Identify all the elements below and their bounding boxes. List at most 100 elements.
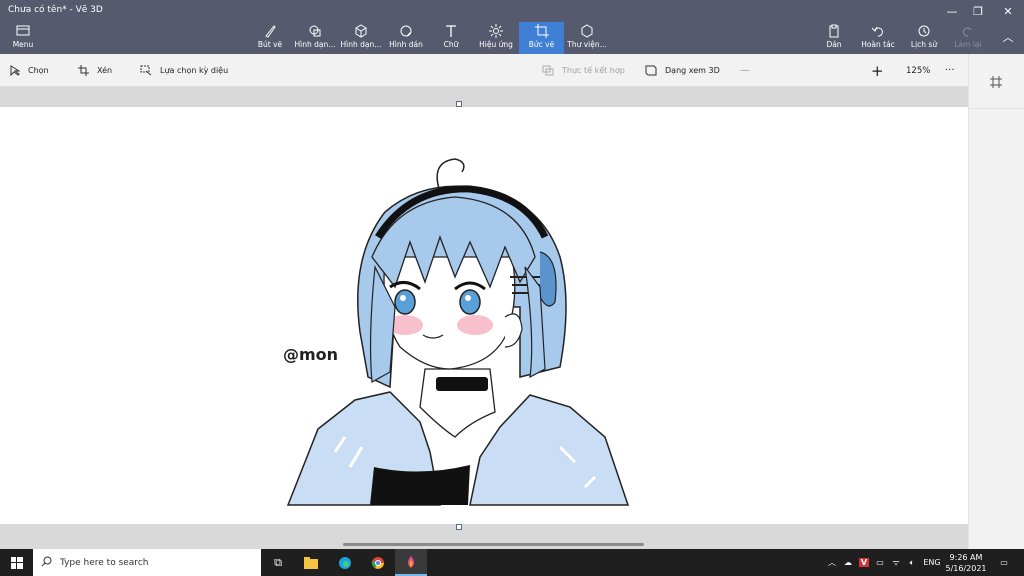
magic-select-icon	[140, 65, 152, 76]
magic-select-label: Lựa chọn kỳ diệu	[160, 66, 229, 75]
zoom-in-button[interactable]: +	[871, 54, 884, 87]
chevron-up-icon: ︿	[1002, 31, 1014, 44]
language-label: ENG	[923, 558, 941, 567]
tray-app-icon[interactable]: V	[858, 549, 870, 576]
library-icon	[580, 24, 594, 38]
clock-date: 5/16/2021	[945, 563, 987, 573]
ribbon-3d-shapes[interactable]: Hình dạn...	[339, 24, 383, 54]
crop-tool[interactable]: Xén	[78, 54, 112, 87]
redo-button[interactable]: Làm lại	[952, 24, 984, 54]
cloud-icon: ☁	[844, 558, 852, 567]
ribbon-label: Hình dán	[389, 40, 423, 49]
stickers-icon	[399, 24, 413, 38]
menu-label: Menu	[12, 40, 34, 49]
chrome-button[interactable]	[363, 549, 393, 576]
onedrive-icon[interactable]: ☁	[842, 549, 854, 576]
chevron-up-icon: ︿	[828, 558, 836, 567]
minimize-button[interactable]: —	[938, 2, 966, 20]
menu-icon	[16, 24, 30, 38]
edge-button[interactable]	[330, 549, 360, 576]
notification-button[interactable]: ▭	[994, 549, 1014, 576]
box-icon: ▭	[876, 558, 884, 567]
restore-icon: ❐	[973, 4, 983, 18]
edge-icon	[339, 556, 351, 569]
ribbon-3d-library[interactable]: Thư viện...	[567, 24, 607, 54]
mixed-reality-label: Thực tế kết hợp	[562, 66, 625, 75]
cursor-icon	[10, 65, 20, 76]
close-icon: ✕	[1003, 4, 1013, 18]
search-placeholder: Type here to search	[60, 557, 149, 568]
ribbon-canvas[interactable]: Bức vẽ	[519, 22, 564, 54]
resize-handle-top[interactable]	[456, 101, 462, 107]
ribbon-label: Hình dạn...	[294, 40, 336, 49]
redo-icon	[961, 24, 975, 38]
side-panel	[961, 54, 1024, 549]
mixed-reality-icon	[542, 65, 554, 76]
select-label: Chọn	[28, 66, 49, 75]
close-button[interactable]: ✕	[994, 2, 1022, 20]
taskbar-search[interactable]: Type here to search	[33, 549, 261, 576]
undo-button[interactable]: Hoàn tác	[860, 24, 896, 54]
ribbon-label: Bút vẽ	[257, 40, 283, 49]
task-view-button[interactable]: ⧉	[264, 549, 292, 576]
plus-icon: +	[871, 61, 884, 80]
file-explorer-button[interactable]	[296, 549, 326, 576]
restore-button[interactable]: ❐	[964, 2, 992, 20]
search-icon	[41, 556, 52, 570]
effects-icon	[489, 24, 503, 38]
taskbar: Type here to search ⧉ ︿ ☁ V ▭ ᯤ 🔈︎ ENG 9…	[0, 549, 1024, 576]
volume-icon[interactable]: 🔈︎	[905, 549, 919, 576]
paste-button[interactable]: Dán	[824, 24, 844, 54]
ribbon: Chưa có tên* - Vẽ 3D — ❐ ✕ Menu Bút vẽ H…	[0, 0, 1024, 54]
crop-icon	[78, 65, 89, 76]
select-tool[interactable]: Chọn	[10, 54, 49, 87]
magic-select-tool[interactable]: Lựa chọn kỳ diệu	[140, 54, 228, 87]
windows-icon	[10, 556, 23, 569]
clock-time: 9:26 AM	[949, 552, 983, 562]
paint3d-button[interactable]	[395, 549, 427, 576]
chrome-icon	[371, 556, 384, 569]
zoom-value: 125%	[906, 65, 931, 76]
ribbon-label: Bức vẽ	[528, 40, 555, 49]
speaker-icon: 🔈︎	[909, 557, 915, 567]
ribbon-2d-shapes[interactable]: Hình dạn...	[293, 24, 337, 54]
drawing-canvas[interactable]: @mon	[0, 107, 968, 524]
3d-view-button[interactable]: Dạng xem 3D	[645, 54, 720, 87]
more-options-button[interactable]: ···	[945, 54, 955, 87]
language-indicator[interactable]: ENG	[922, 549, 942, 576]
horizontal-scrollbar[interactable]	[343, 543, 644, 546]
app-v-icon: V	[858, 558, 870, 567]
canvas-panel-icon[interactable]	[989, 74, 1003, 93]
resize-handle-bottom[interactable]	[456, 524, 462, 530]
ribbon-brushes[interactable]: Bút vẽ	[255, 24, 285, 54]
menu-button[interactable]: Menu	[8, 24, 38, 54]
minus-icon: —	[740, 65, 750, 76]
2d-shapes-icon	[308, 24, 322, 38]
history-button[interactable]: Lịch sử	[908, 24, 940, 54]
collapse-ribbon-button[interactable]: ︿	[994, 28, 1022, 46]
network-icon[interactable]: ᯤ	[890, 549, 902, 576]
ribbon-label: Hình dạn...	[340, 40, 382, 49]
ribbon-label: Hoàn tác	[861, 40, 895, 49]
show-hidden-icons[interactable]: ︿	[826, 549, 838, 576]
more-icon: ···	[945, 65, 955, 76]
toolbar: Chọn Xén Lựa chọn kỳ diệu Thực tế kết hợ…	[0, 54, 1024, 136]
ribbon-stickers[interactable]: Hình dán	[388, 24, 424, 54]
3d-view-label: Dạng xem 3D	[665, 66, 720, 75]
clock[interactable]: 9:26 AM 5/16/2021	[944, 549, 988, 576]
ribbon-label: Chữ	[443, 40, 459, 49]
mixed-reality-button[interactable]: Thực tế kết hợp	[542, 54, 625, 87]
zoom-percentage[interactable]: 125%	[906, 54, 930, 87]
ribbon-effects[interactable]: Hiệu ứng	[478, 24, 514, 54]
tray-box-icon[interactable]: ▭	[874, 549, 886, 576]
paste-icon	[827, 24, 841, 38]
work-area: @mon	[0, 87, 968, 549]
ribbon-text[interactable]: Chữ	[438, 24, 464, 54]
start-button[interactable]	[0, 549, 33, 576]
undo-icon	[871, 24, 885, 38]
3d-shapes-icon	[354, 24, 368, 38]
canvas-icon	[534, 24, 549, 38]
ribbon-label: Làm lại	[954, 40, 982, 49]
zoom-out-button[interactable]: —	[740, 54, 750, 87]
ribbon-label: Hiệu ứng	[479, 40, 513, 49]
